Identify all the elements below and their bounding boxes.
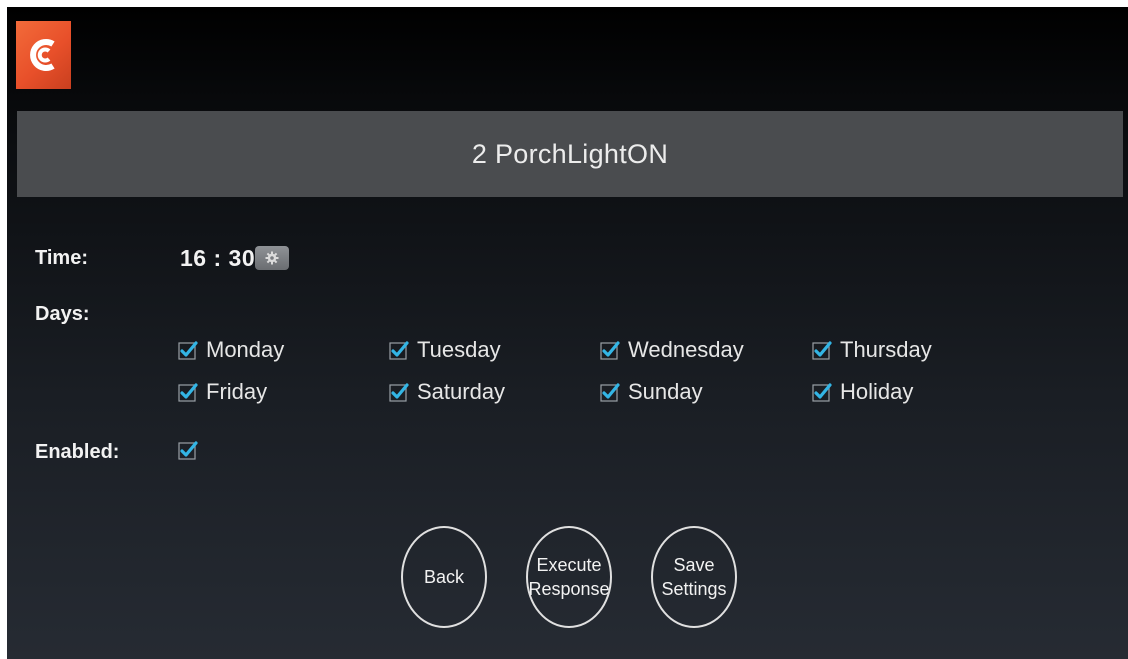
day-checkbox-thursday[interactable]: Thursday: [812, 337, 932, 363]
checkbox-checked-icon: [178, 340, 198, 360]
title-bar: 2 PorchLightON: [17, 111, 1123, 197]
enabled-checkbox[interactable]: [178, 440, 198, 460]
app-logo-icon: [29, 39, 55, 71]
time-value: 16 : 30: [180, 245, 256, 271]
page-title: 2 PorchLightON: [471, 138, 669, 169]
save-settings-label: Save Settings: [661, 553, 726, 601]
checkbox-checked-icon: [812, 382, 832, 402]
execute-response-button[interactable]: Execute Response: [526, 526, 612, 628]
day-checkbox-friday[interactable]: Friday: [178, 379, 267, 405]
gear-icon: [265, 251, 279, 265]
day-label: Tuesday: [417, 337, 501, 362]
day-checkbox-monday[interactable]: Monday: [178, 337, 284, 363]
day-label: Sunday: [628, 379, 703, 404]
day-label: Holiday: [840, 379, 914, 404]
day-label: Friday: [206, 379, 268, 404]
day-checkbox-wednesday[interactable]: Wednesday: [600, 337, 744, 363]
checkbox-checked-icon: [600, 340, 620, 360]
back-button[interactable]: Back: [401, 526, 487, 628]
day-label: Saturday: [417, 379, 506, 404]
day-checkbox-saturday[interactable]: Saturday: [389, 379, 505, 405]
day-checkbox-sunday[interactable]: Sunday: [600, 379, 703, 405]
save-settings-label-line1: Save: [673, 555, 715, 575]
execute-response-label-line1: Execute: [536, 555, 602, 575]
checkbox-checked-icon: [600, 382, 620, 402]
day-label: Monday: [206, 337, 285, 362]
time-settings-button[interactable]: [255, 246, 289, 270]
day-checkbox-tuesday[interactable]: Tuesday: [389, 337, 501, 363]
enabled-label: Enabled:: [35, 441, 120, 463]
time-label: Time:: [35, 247, 88, 269]
execute-response-label: Execute Response: [528, 553, 609, 601]
app-logo[interactable]: [16, 21, 71, 89]
execute-response-label-line2: Response: [528, 579, 610, 599]
back-button-label: Back: [423, 567, 465, 587]
app-screen: 2 PorchLightON Time: 16 : 30 Days: Monda…: [7, 7, 1128, 659]
save-settings-label-line2: Settings: [661, 579, 727, 599]
checkbox-checked-icon: [389, 382, 409, 402]
day-label: Wednesday: [628, 337, 744, 362]
checkbox-checked-icon: [389, 340, 409, 360]
day-checkbox-holiday[interactable]: Holiday: [812, 379, 913, 405]
checkbox-checked-icon: [178, 382, 198, 402]
save-settings-button[interactable]: Save Settings: [651, 526, 737, 628]
checkbox-checked-icon: [178, 440, 198, 460]
checkbox-checked-icon: [812, 340, 832, 360]
days-label: Days:: [35, 303, 90, 325]
day-label: Thursday: [840, 337, 932, 362]
